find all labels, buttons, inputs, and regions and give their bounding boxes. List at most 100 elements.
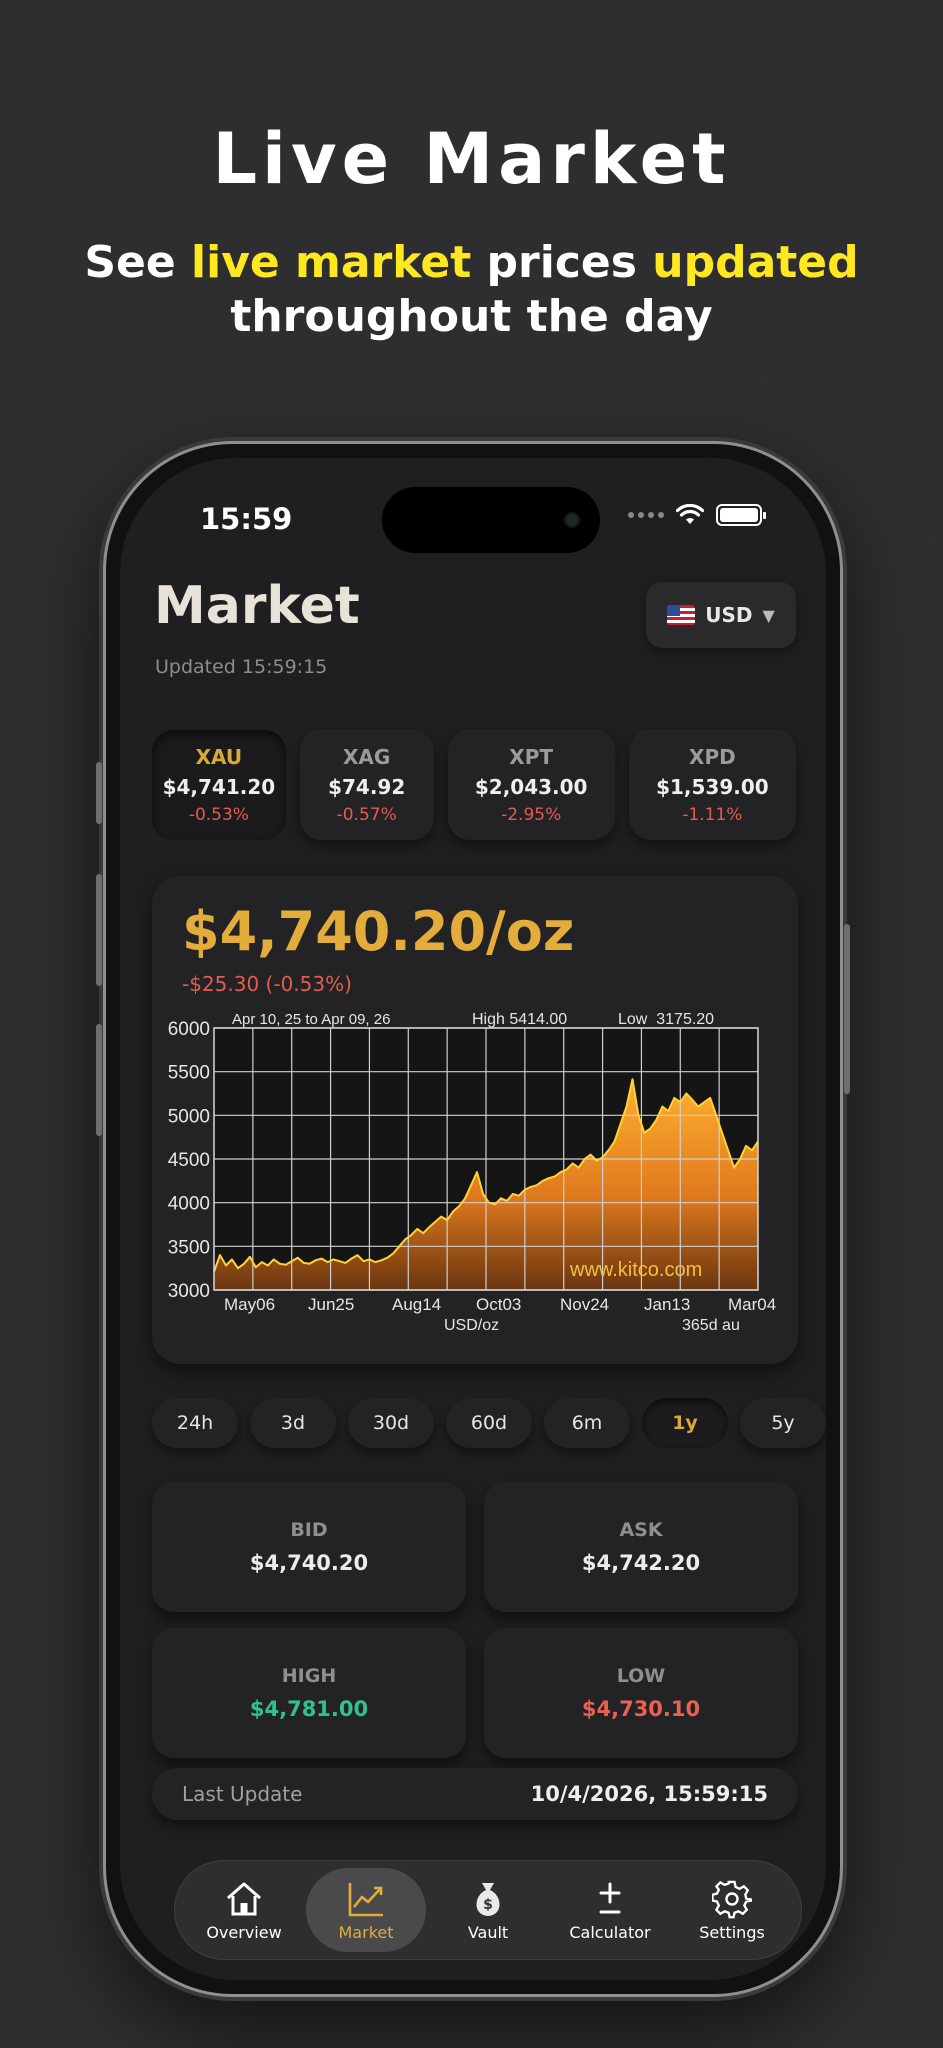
power-button bbox=[844, 924, 850, 1094]
wifi-icon bbox=[676, 504, 704, 524]
promo-subtitle: See live market prices updated throughou… bbox=[0, 236, 943, 344]
phone-frame: 15:59 Market Updated 15:59:15 USD ▼ XAU … bbox=[96, 441, 850, 1997]
last-update-value: 10/4/2026, 15:59:15 bbox=[530, 1782, 768, 1806]
x-tick-label: Aug14 bbox=[392, 1295, 441, 1314]
bid-label: BID bbox=[290, 1519, 328, 1541]
y-tick-label: 5000 bbox=[168, 1106, 210, 1127]
x-tick-label: Mar04 bbox=[728, 1295, 776, 1314]
bid-value: $4,740.20 bbox=[249, 1551, 369, 1575]
chart-span-label: 365d au bbox=[682, 1317, 740, 1334]
chart-high-text: High 5414.00 bbox=[472, 1011, 567, 1028]
metal-symbol: XPD bbox=[689, 745, 736, 769]
price-chart[interactable]: 3000 3500 4000 4500 5000 5500 6000 May06 Jun25 A… bbox=[152, 1010, 798, 1350]
spot-change: -$25.30 (-0.53%) bbox=[182, 972, 352, 996]
metal-card-xag[interactable]: XAG $74.92 -0.57% bbox=[299, 730, 434, 840]
page-title: Market bbox=[154, 576, 360, 636]
currency-code: USD bbox=[705, 603, 753, 627]
x-tick-label: Jun25 bbox=[308, 1295, 354, 1314]
svg-text:$: $ bbox=[483, 1897, 493, 1913]
bid-card: BID $4,740.20 bbox=[152, 1482, 466, 1612]
tab-label: Overview bbox=[206, 1922, 282, 1942]
tab-label: Market bbox=[338, 1922, 394, 1942]
promo-title: Live Market bbox=[212, 118, 731, 200]
low-label: LOW bbox=[616, 1665, 666, 1687]
metal-symbol: XAU bbox=[195, 745, 243, 769]
plus-minus-icon bbox=[590, 1879, 630, 1919]
metal-price: $1,539.00 bbox=[656, 775, 769, 799]
tab-label: Settings bbox=[699, 1922, 765, 1942]
tab-market[interactable]: Market bbox=[306, 1868, 426, 1952]
phone-screen: 15:59 Market Updated 15:59:15 USD ▼ XAU … bbox=[120, 458, 826, 1980]
metal-price: $4,741.20 bbox=[162, 775, 276, 799]
chart-up-icon bbox=[346, 1879, 386, 1919]
tab-calculator[interactable]: Calculator bbox=[550, 1868, 670, 1952]
house-icon bbox=[224, 1879, 264, 1919]
metal-card-xau[interactable]: XAU $4,741.20 -0.53% bbox=[152, 730, 286, 840]
low-card: LOW $4,730.10 bbox=[484, 1628, 798, 1758]
range-5y[interactable]: 5y bbox=[740, 1398, 826, 1448]
volume-down-button bbox=[96, 1024, 102, 1136]
money-bag-icon: $ bbox=[468, 1879, 508, 1919]
metal-change: -0.53% bbox=[188, 805, 249, 825]
y-tick-label: 5500 bbox=[168, 1063, 210, 1084]
status-time: 15:59 bbox=[200, 502, 293, 536]
subtitle-highlight: updated bbox=[652, 237, 859, 288]
spot-price: $4,740.20/oz bbox=[182, 900, 575, 963]
metal-change: -0.57% bbox=[336, 805, 397, 825]
gear-icon bbox=[712, 1879, 752, 1919]
metal-symbol: XPT bbox=[509, 745, 554, 769]
last-update-label: Last Update bbox=[182, 1782, 303, 1806]
updated-time: Updated 15:59:15 bbox=[155, 656, 328, 678]
subtitle-text: prices bbox=[471, 237, 653, 288]
camera-icon bbox=[564, 512, 580, 528]
chart-low-text: Low 3175.20 bbox=[618, 1011, 714, 1028]
range-1y[interactable]: 1y bbox=[642, 1398, 728, 1448]
ask-value: $4,742.20 bbox=[581, 1551, 701, 1575]
range-24h[interactable]: 24h bbox=[152, 1398, 238, 1448]
subtitle-highlight: live market bbox=[191, 237, 472, 288]
x-tick-label: Jan13 bbox=[644, 1295, 690, 1314]
tab-label: Vault bbox=[467, 1922, 509, 1942]
price-chart-card: $4,740.20/oz -$25.30 (-0.53%) 3000 3500 40… bbox=[152, 876, 798, 1364]
action-button bbox=[96, 762, 102, 824]
tab-settings[interactable]: Settings bbox=[672, 1868, 792, 1952]
subtitle-text: throughout the day bbox=[230, 291, 713, 342]
tab-overview[interactable]: Overview bbox=[184, 1868, 304, 1952]
x-tick-label: Oct03 bbox=[476, 1295, 521, 1314]
tab-vault[interactable]: $ Vault bbox=[428, 1868, 548, 1952]
metal-change: -1.11% bbox=[682, 805, 743, 825]
chart-watermark: www.kitco.com bbox=[569, 1259, 702, 1281]
dynamic-island bbox=[382, 487, 600, 553]
y-tick-label: 6000 bbox=[168, 1019, 210, 1040]
tab-label: Calculator bbox=[569, 1922, 651, 1942]
range-3d[interactable]: 3d bbox=[250, 1398, 336, 1448]
range-60d[interactable]: 60d bbox=[446, 1398, 532, 1448]
ask-label: ASK bbox=[619, 1519, 663, 1541]
high-label: HIGH bbox=[281, 1665, 337, 1687]
high-value: $4,781.00 bbox=[249, 1697, 369, 1721]
last-update-row: Last Update 10/4/2026, 15:59:15 bbox=[152, 1768, 798, 1820]
volume-up-button bbox=[96, 874, 102, 986]
metal-price: $2,043.00 bbox=[474, 775, 588, 799]
currency-selector[interactable]: USD ▼ bbox=[646, 582, 796, 648]
tab-bar: Overview Market $ Vault Calculator Setti… bbox=[174, 1860, 802, 1960]
battery-icon bbox=[716, 504, 766, 526]
metal-card-xpt[interactable]: XPT $2,043.00 -2.95% bbox=[447, 730, 615, 840]
time-range-selector: 24h 3d 30d 60d 6m 1y 5y bbox=[152, 1398, 826, 1450]
range-30d[interactable]: 30d bbox=[348, 1398, 434, 1448]
metal-price: $74.92 bbox=[328, 775, 406, 799]
ask-card: ASK $4,742.20 bbox=[484, 1482, 798, 1612]
y-tick-label: 4500 bbox=[168, 1150, 210, 1171]
x-tick-label: Nov24 bbox=[560, 1295, 609, 1314]
y-tick-label: 3000 bbox=[168, 1281, 210, 1302]
x-tick-label: May06 bbox=[224, 1295, 275, 1314]
us-flag-icon bbox=[667, 605, 696, 625]
metal-symbol: XAG bbox=[343, 745, 391, 769]
caret-down-icon: ▼ bbox=[762, 605, 775, 625]
status-icons bbox=[628, 504, 766, 526]
metal-card-xpd[interactable]: XPD $1,539.00 -1.11% bbox=[628, 730, 796, 840]
subtitle-text: See bbox=[84, 237, 192, 288]
chart-unit-label: USD/oz bbox=[444, 1317, 499, 1334]
low-value: $4,730.10 bbox=[581, 1697, 701, 1721]
range-6m[interactable]: 6m bbox=[544, 1398, 630, 1448]
